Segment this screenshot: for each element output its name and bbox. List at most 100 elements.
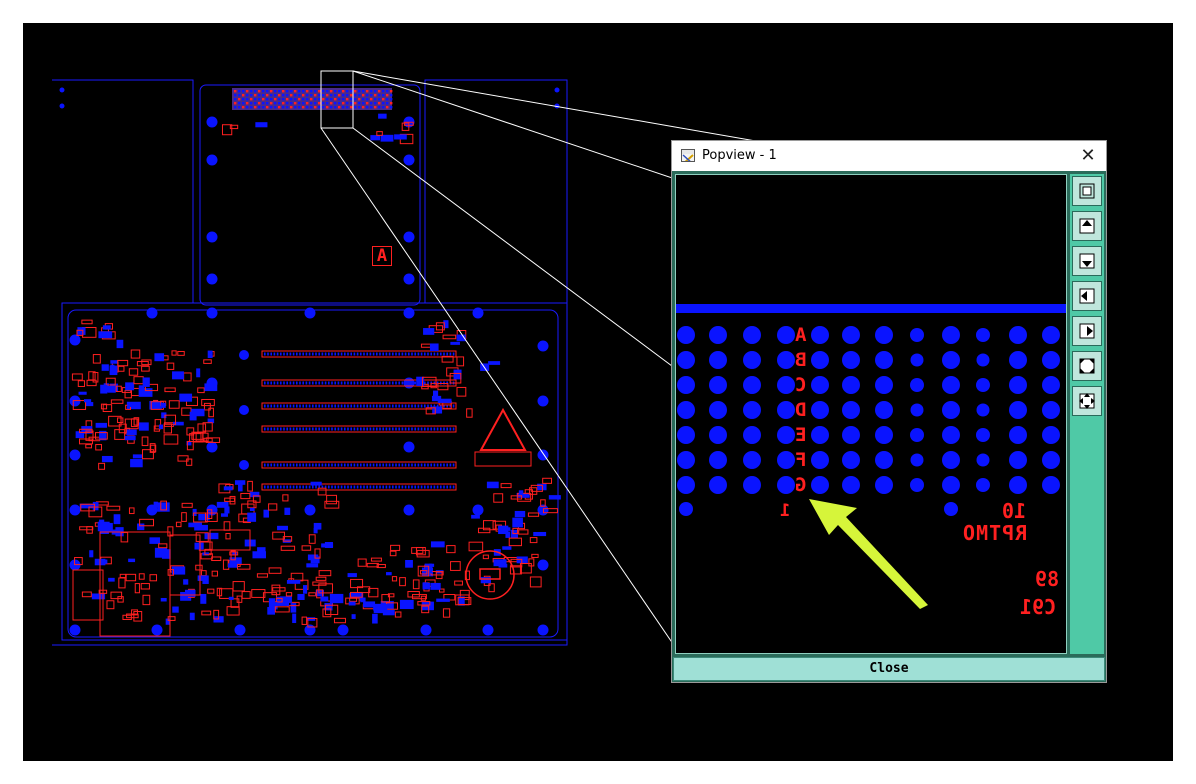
- slot-pin: [350, 485, 352, 489]
- close-icon[interactable]: ✕: [1076, 144, 1100, 168]
- connector-pin: [294, 94, 297, 97]
- connector-pin: [390, 106, 393, 109]
- slot-pin: [331, 404, 333, 408]
- slot-pin: [308, 485, 311, 489]
- smd-component: [450, 341, 460, 345]
- bga-pad: [743, 426, 761, 444]
- slot-pin: [344, 463, 346, 467]
- smd-component: [512, 517, 523, 528]
- connector-pin: [278, 94, 281, 97]
- pan-right-button[interactable]: [1072, 316, 1102, 346]
- smd-component: [116, 339, 124, 349]
- smd-component: [548, 495, 561, 500]
- slot-pin: [340, 404, 343, 408]
- zoom-out-button[interactable]: [1072, 351, 1102, 381]
- slot-pin: [452, 352, 455, 356]
- slot-pin: [331, 381, 333, 385]
- connector-pin: [334, 98, 337, 101]
- slot-pin: [318, 352, 320, 356]
- smd-component: [175, 521, 182, 528]
- smd-component: [386, 572, 392, 576]
- smd-component: [486, 481, 499, 489]
- smd-component: [95, 444, 103, 451]
- bga-pad: [842, 351, 860, 369]
- slot-pin: [443, 427, 445, 431]
- connector-pin: [390, 94, 393, 97]
- popview-zoom-view[interactable]: ABCDEFG 1 10 RPTMO 89 C91: [675, 174, 1067, 654]
- slot-pin: [289, 485, 292, 489]
- connector-pin: [286, 102, 289, 105]
- slot-pin: [331, 352, 333, 356]
- smd-component: [163, 434, 179, 445]
- bga-pad: [743, 451, 761, 469]
- slot-pin: [267, 381, 269, 385]
- smd-component: [313, 528, 318, 534]
- slot-pin: [312, 485, 314, 489]
- connector-pin: [314, 90, 317, 93]
- pan-down-button[interactable]: [1072, 246, 1102, 276]
- connector-pin: [294, 98, 297, 101]
- smd-component: [204, 383, 218, 392]
- slot-pin: [305, 404, 308, 408]
- slot-pin: [302, 463, 304, 467]
- smd-component: [306, 563, 319, 568]
- slot-pin: [443, 352, 445, 356]
- connector-pin: [286, 94, 289, 97]
- slot-pin: [344, 381, 346, 385]
- slot-pin: [395, 463, 397, 467]
- slot-pin: [337, 404, 340, 408]
- slot-pin: [411, 463, 413, 467]
- slot-pin: [273, 463, 276, 467]
- slot-pin: [430, 463, 432, 467]
- smd-component: [98, 331, 113, 339]
- zoom-in-button[interactable]: [1072, 386, 1102, 416]
- slot-pin: [388, 352, 391, 356]
- slot-pin: [308, 427, 311, 431]
- bga-pad: [842, 376, 860, 394]
- pan-up-button[interactable]: [1072, 211, 1102, 241]
- slot-pin: [363, 427, 365, 431]
- connector-pin: [334, 94, 337, 97]
- slot-pin: [417, 485, 420, 489]
- smd-component: [128, 507, 135, 515]
- bga-pad: [1042, 351, 1060, 369]
- slot-pin: [267, 463, 269, 467]
- connector-pin: [286, 106, 289, 109]
- smd-component: [117, 365, 125, 372]
- slot-pin: [398, 463, 400, 467]
- connector-pin: [282, 106, 285, 109]
- connector-pin: [382, 94, 385, 97]
- pan-left-button[interactable]: [1072, 281, 1102, 311]
- smd-component: [223, 486, 233, 491]
- zoom-fit-button[interactable]: [1072, 176, 1102, 206]
- slot-pin: [417, 463, 420, 467]
- connector-pin: [254, 98, 257, 101]
- zoomed-bga-view: [676, 304, 1066, 609]
- slot-pin: [424, 352, 426, 356]
- slot-pin: [411, 381, 413, 385]
- slot-pin: [318, 463, 320, 467]
- slot-pin: [280, 427, 282, 431]
- slot-pin: [382, 404, 384, 408]
- smd-component: [172, 421, 184, 426]
- slot-pin: [449, 427, 452, 431]
- close-button[interactable]: Close: [673, 657, 1105, 681]
- popview-titlebar[interactable]: Popview - 1 ✕: [672, 141, 1106, 171]
- connector-pin: [350, 90, 353, 93]
- slot-pin: [392, 427, 394, 431]
- mounting-hole: [304, 624, 316, 636]
- connector-pin: [322, 98, 325, 101]
- slot-pin: [427, 463, 429, 467]
- popview-window[interactable]: Popview - 1 ✕ ABCDEFG 1 10 RPTMO 89 C91 …: [671, 140, 1107, 683]
- connector-pin: [322, 90, 325, 93]
- slot-pin: [331, 463, 333, 467]
- smd-component: [301, 616, 308, 625]
- row-letter: D: [795, 399, 807, 421]
- slot-pin: [385, 404, 388, 408]
- bga-pad: [677, 376, 695, 394]
- slot-pin: [347, 427, 349, 431]
- smd-component: [166, 362, 175, 370]
- smd-component: [277, 525, 288, 531]
- slot-pin: [363, 485, 365, 489]
- smd-component: [531, 553, 539, 558]
